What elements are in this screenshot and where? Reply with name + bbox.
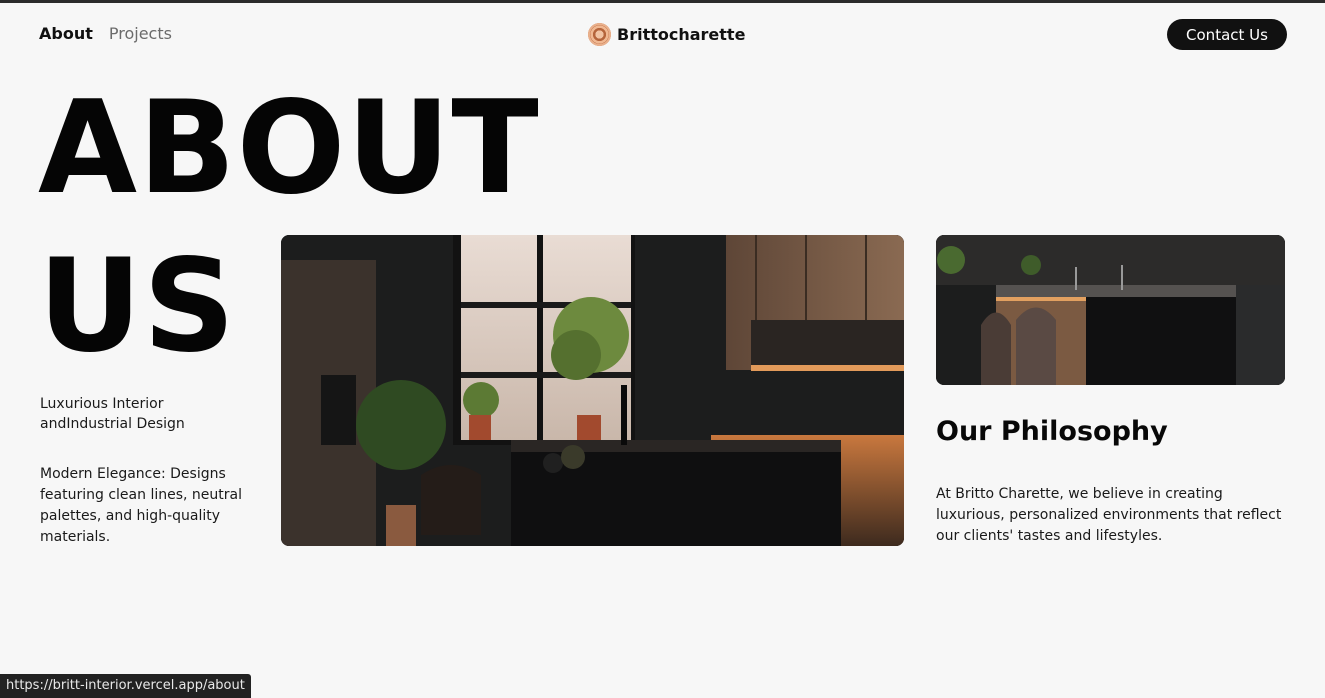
kitchen-photo-secondary-art: [936, 235, 1285, 385]
brand[interactable]: Brittocharette: [588, 23, 745, 46]
philosophy-heading: Our Philosophy: [936, 416, 1168, 447]
kitchen-photo-main-art: [281, 235, 904, 546]
status-bar-url: https://britt-interior.vercel.app/about: [0, 674, 251, 698]
brand-name: Brittocharette: [617, 25, 746, 44]
kitchen-photo-main: [281, 235, 904, 546]
intro-description: Modern Elegance: Designs featuring clean…: [40, 466, 242, 545]
kitchen-photo-secondary: [936, 235, 1285, 385]
browser-top-border: [0, 0, 1325, 3]
page-title-line-1: ABOUT: [38, 74, 540, 223]
nav-link-about[interactable]: About: [39, 24, 93, 43]
main-nav: About Projects: [39, 24, 172, 43]
intro-tagline: Luxurious Interior andIndustrial Design: [40, 396, 185, 432]
contact-us-button[interactable]: Contact Us: [1167, 19, 1287, 50]
nav-link-projects[interactable]: Projects: [109, 24, 172, 43]
philosophy-text: At Britto Charette, we believe in creati…: [936, 486, 1282, 544]
brand-logo-icon: [588, 23, 611, 46]
